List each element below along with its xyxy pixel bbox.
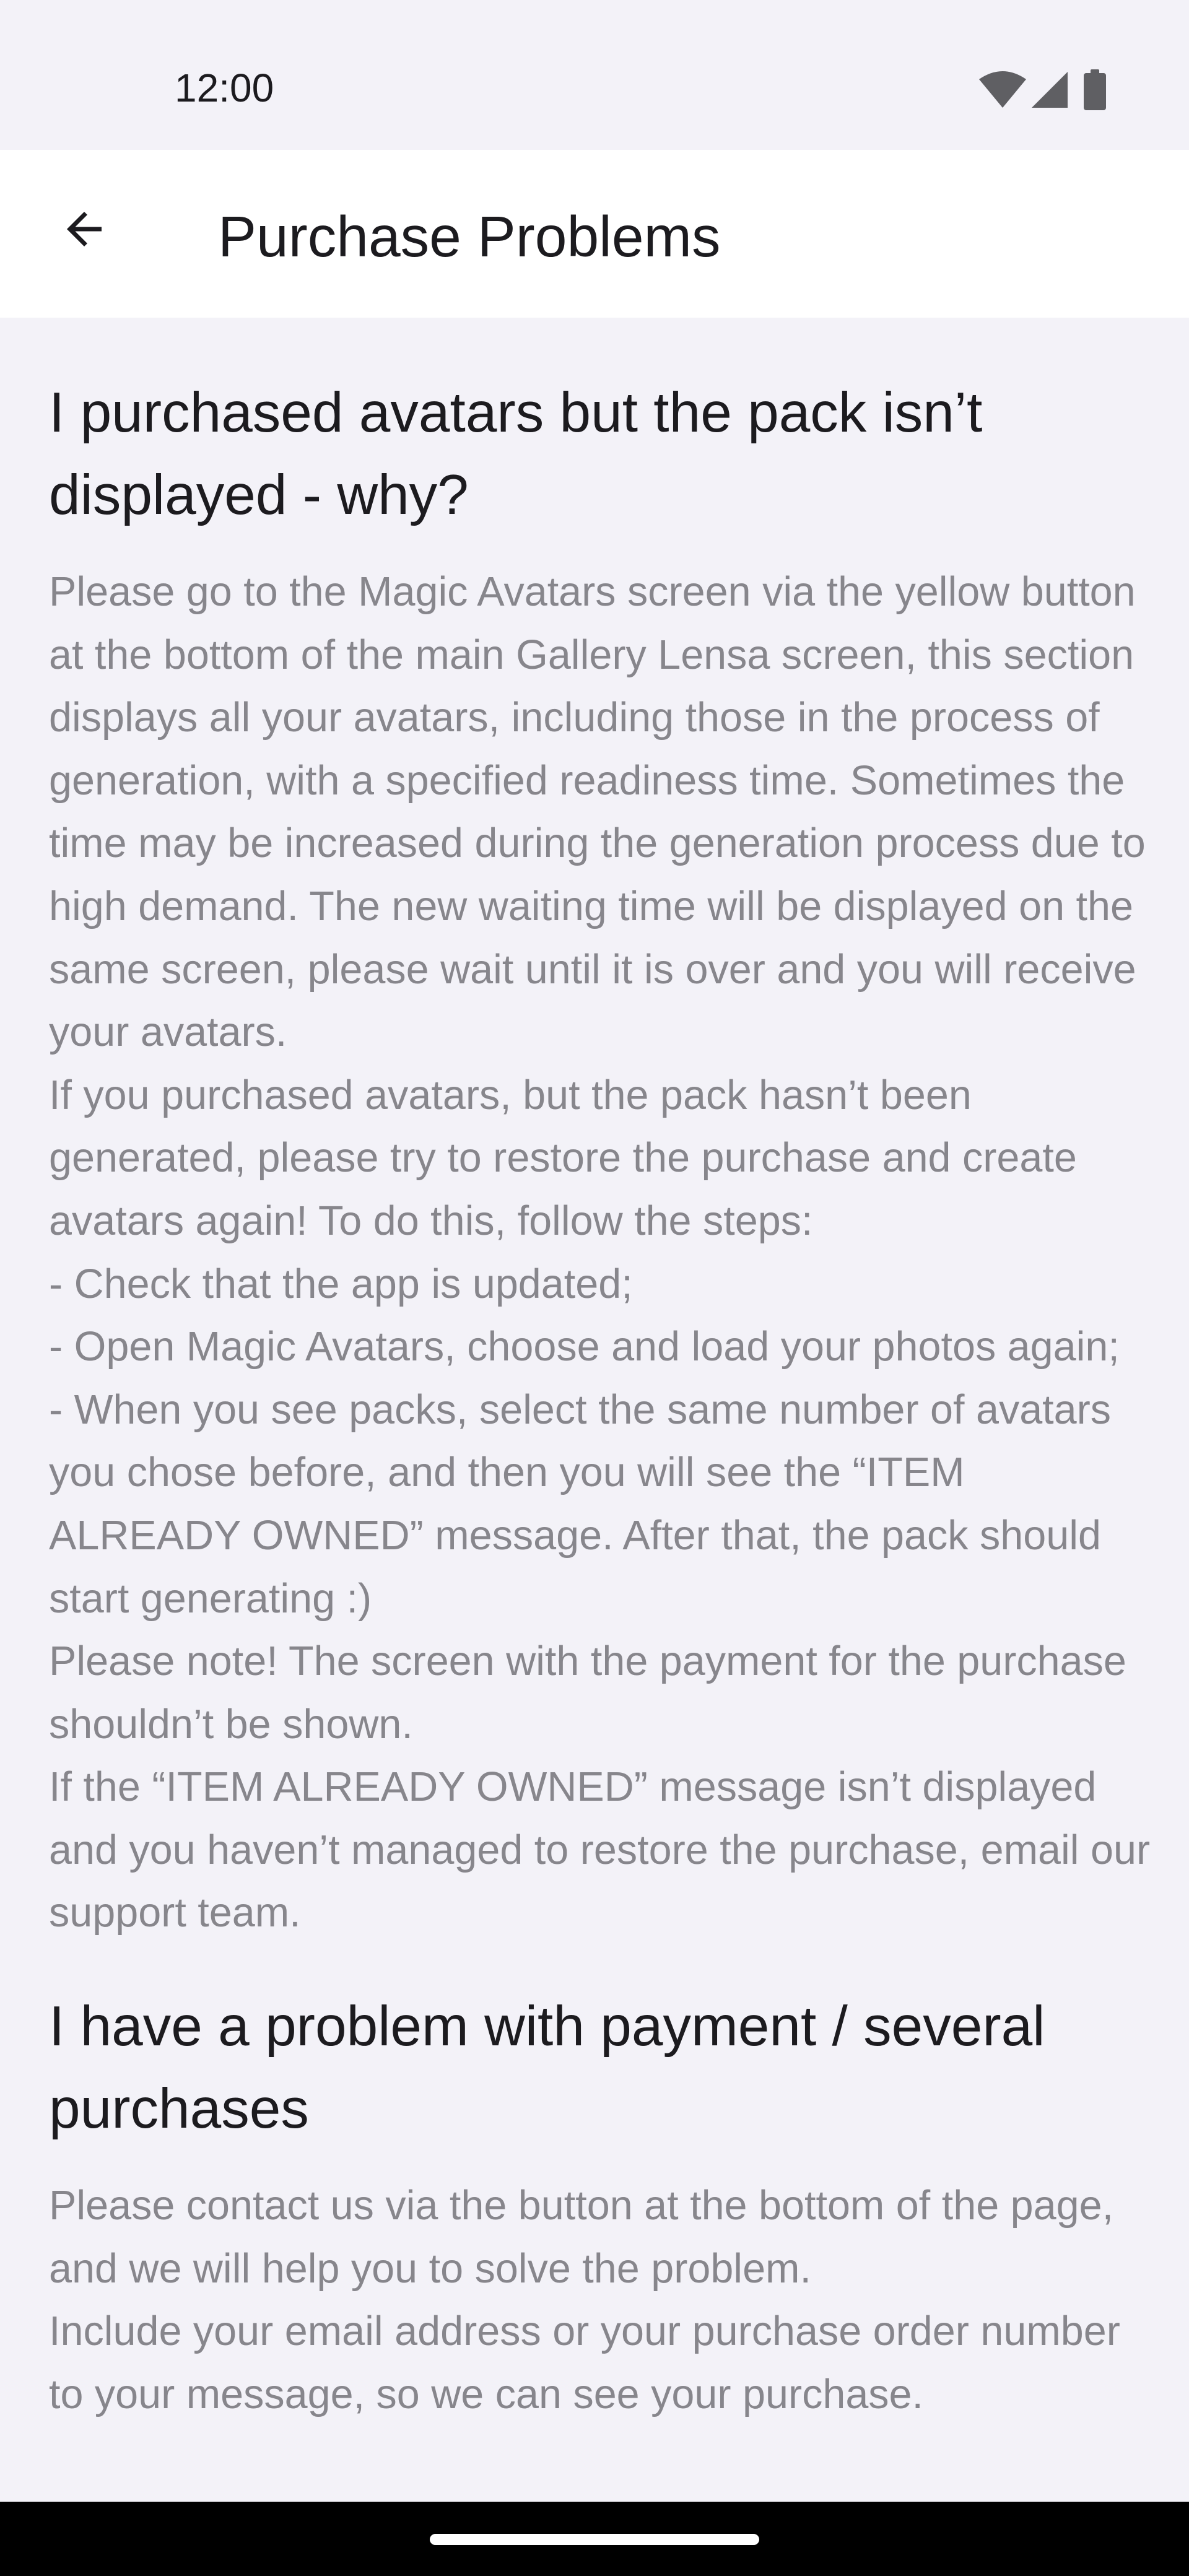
faq-content[interactable]: I purchased avatars but the pack isn’t d…	[49, 372, 1157, 2502]
answer-paragraph: If you purchased avatars, but the pack h…	[49, 1072, 1077, 1244]
status-icons	[978, 68, 1106, 111]
answer-paragraph: Please go to the Magic Avatars screen vi…	[49, 569, 1146, 1056]
battery-icon	[1084, 69, 1106, 110]
app-bar: Purchase Problems	[0, 150, 1189, 318]
faq-question: I purchased avatars but the pack isn’t d…	[49, 381, 983, 526]
answer-paragraph: Include your email address or your purch…	[49, 2308, 1120, 2417]
answer-paragraph: - Open Magic Avatars, choose and load yo…	[49, 1324, 1120, 1370]
answer-paragraph: - Check that the app is updated;	[49, 1261, 633, 1307]
wifi-icon	[978, 71, 1027, 109]
faq-section: I purchased avatars but the pack isn’t d…	[49, 372, 1157, 1945]
faq-question: I have a problem with payment / several …	[49, 1995, 1045, 2141]
answer-paragraph: If the “ITEM ALREADY OWNED” message isn’…	[49, 1764, 1151, 1936]
status-bar: 12:00	[0, 0, 1189, 150]
answer-paragraph: - When you see packs, select the same nu…	[49, 1386, 1112, 1622]
page-title: Purchase Problems	[218, 204, 721, 269]
cellular-signal-icon	[1030, 71, 1069, 109]
back-button[interactable]	[35, 181, 134, 280]
answer-paragraph: Please contact us via the button at the …	[49, 2183, 1114, 2292]
home-gesture-handle[interactable]	[430, 2534, 759, 2545]
status-time: 12:00	[175, 66, 274, 110]
faq-answer: Please go to the Magic Avatars screen vi…	[49, 561, 1157, 1945]
faq-answer: Please contact us via the button at the …	[49, 2175, 1157, 2426]
arrow-back-icon	[58, 203, 110, 258]
answer-paragraph: Please note! The screen with the payment…	[49, 1638, 1126, 1747]
faq-section: I have a problem with payment / several …	[49, 1985, 1157, 2426]
navigation-bar	[0, 2502, 1189, 2576]
